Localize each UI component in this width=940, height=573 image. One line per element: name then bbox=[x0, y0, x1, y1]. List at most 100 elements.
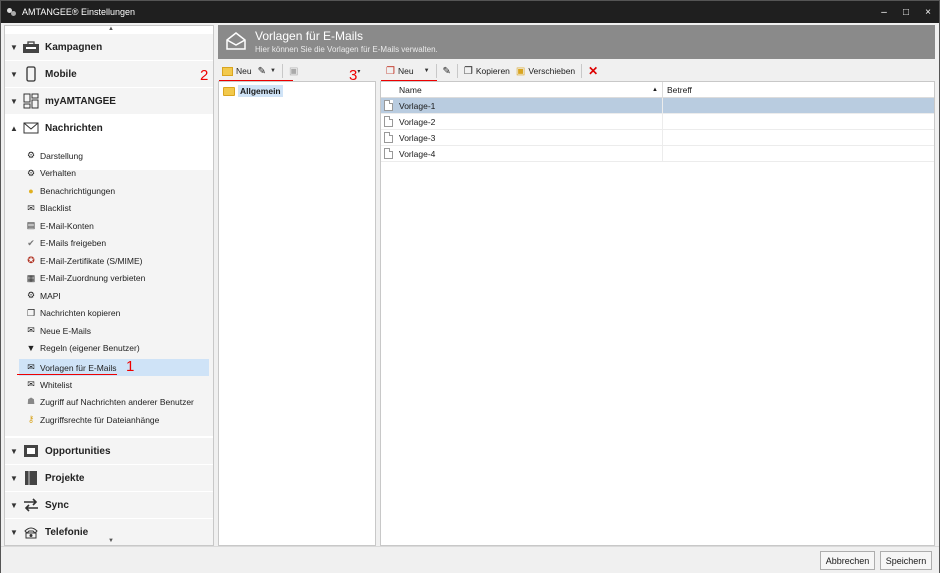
folder-move-button[interactable]: ▣ bbox=[286, 62, 301, 80]
dropdown-arrow-icon[interactable]: ▼ bbox=[424, 68, 430, 74]
sidebar-item-label: Zugriff auf Nachrichten anderer Benutzer bbox=[40, 396, 194, 407]
dialog-footer: Abbrechen Speichern bbox=[1, 546, 939, 573]
sort-asc-icon: ▲ bbox=[652, 86, 658, 93]
collapse-arrow-icon: ▲ bbox=[10, 123, 18, 133]
sidebar-section-nachrichten[interactable]: ▲ Nachrichten bbox=[5, 115, 213, 142]
sidebar-section-mobile[interactable]: ▼ Mobile bbox=[5, 61, 213, 88]
expand-arrow-icon: ▼ bbox=[10, 500, 18, 510]
folder-icon bbox=[223, 86, 235, 96]
row-subject bbox=[663, 98, 934, 113]
row-name: Vorlage-1 bbox=[399, 100, 436, 111]
mail-icon: ✉ bbox=[27, 379, 35, 389]
toolbar-separator bbox=[281, 64, 283, 78]
template-list: Name ▲ Betreff Vorlage-1 Vorlage-2 Vorla… bbox=[380, 81, 935, 546]
list-new-button[interactable]: ❐ Neu ▼ bbox=[383, 62, 433, 80]
folder-toolbar-overflow-icon[interactable]: ▾ bbox=[357, 68, 360, 75]
sidebar-section-label: Mobile bbox=[45, 68, 77, 80]
filter-icon: ▼ bbox=[26, 343, 36, 353]
sidebar-item-neue-emails[interactable]: ✉ Neue E-Mails bbox=[19, 322, 209, 339]
sidebar-item-nachrichten-kopieren[interactable]: ❐ Nachrichten kopieren bbox=[19, 305, 209, 322]
bell-icon: ● bbox=[28, 185, 34, 196]
sidebar-item-label: Darstellung bbox=[40, 150, 83, 161]
sidebar-scroll-down-icon[interactable]: ▼ bbox=[108, 538, 114, 544]
sidebar-section-label: Opportunities bbox=[45, 445, 111, 457]
column-header-name[interactable]: Name ▲ bbox=[381, 82, 663, 97]
expand-arrow-icon: ▼ bbox=[10, 69, 18, 79]
sidebar-section-sync[interactable]: ▼ Sync bbox=[5, 492, 213, 519]
document-icon bbox=[384, 100, 393, 111]
assign-block-icon: ▦ bbox=[26, 272, 36, 283]
annotation-underline-1 bbox=[17, 374, 117, 375]
folder-item-allgemein[interactable]: Allgemein bbox=[223, 85, 283, 97]
sidebar-scroll-up-icon[interactable]: ▲ bbox=[108, 26, 114, 32]
sidebar-item-zugriffsrechte[interactable]: ⚷ Zugriffsrechte für Dateianhänge bbox=[19, 411, 209, 428]
sidebar-item-email-zuordnung[interactable]: ▦ E-Mail-Zuordnung verbieten bbox=[19, 270, 209, 287]
delete-icon: ✕ bbox=[588, 64, 599, 78]
sidebar-item-label: Whitelist bbox=[40, 379, 73, 390]
page-title: Vorlagen für E-Mails bbox=[255, 29, 364, 43]
new-mail-icon: ✉ bbox=[27, 325, 35, 335]
folder-edit-button[interactable]: ✎ ▼ bbox=[255, 62, 279, 80]
folder-label: Allgemein bbox=[238, 85, 283, 97]
sidebar-item-label: E-Mails freigeben bbox=[40, 238, 107, 248]
expand-arrow-icon: ▼ bbox=[10, 473, 18, 483]
row-subject bbox=[663, 146, 934, 161]
toolbar-separator bbox=[581, 64, 583, 78]
toolbar-separator bbox=[456, 64, 458, 78]
sidebar-item-mapi[interactable]: ⚙ MAPI bbox=[19, 287, 209, 304]
sidebar-item-label: Zugriffsrechte für Dateianhänge bbox=[40, 414, 160, 425]
table-row[interactable]: Vorlage-3 bbox=[381, 130, 934, 146]
sidebar-item-regeln[interactable]: ▼ Regeln (eigener Benutzer) bbox=[19, 340, 209, 357]
sidebar-section-label: Nachrichten bbox=[45, 122, 103, 134]
sidebar-item-zugriff-nachrichten[interactable]: ☗ Zugriff auf Nachrichten anderer Benutze… bbox=[19, 393, 209, 410]
sidebar-item-darstellung[interactable]: ⚙ Darstellung bbox=[19, 147, 209, 164]
table-row[interactable]: Vorlage-4 bbox=[381, 146, 934, 162]
sidebar-item-email-konten[interactable]: ▤ E-Mail-Konten bbox=[19, 217, 209, 234]
sidebar-section-opportunities[interactable]: ▼ Opportunities bbox=[5, 438, 213, 465]
app-logo-icon bbox=[7, 7, 17, 17]
sidebar-item-blacklist[interactable]: ✉ Blacklist bbox=[19, 200, 209, 217]
sidebar-item-label: Blacklist bbox=[40, 203, 72, 213]
sidebar-item-verhalten[interactable]: ⚙ Verhalten bbox=[19, 165, 209, 182]
sidebar-item-label: E-Mail-Zuordnung verbieten bbox=[40, 273, 146, 283]
document-icon bbox=[384, 116, 393, 127]
sidebar-item-label: Neue E-Mails bbox=[40, 325, 92, 336]
dropdown-arrow-icon[interactable]: ▼ bbox=[270, 68, 276, 74]
sidebar-section-kampagnen[interactable]: ▼ Kampagnen bbox=[5, 34, 213, 61]
sidebar-section-projekte[interactable]: ▼ Projekte bbox=[5, 465, 213, 492]
gears-icon: ⚙ bbox=[26, 167, 36, 178]
mail-block-icon: ✉ bbox=[27, 202, 35, 213]
column-label: Name bbox=[399, 84, 422, 95]
sidebar-item-whitelist[interactable]: ✉ Whitelist bbox=[19, 376, 209, 393]
sidebar-item-benachrichtigungen[interactable]: ● Benachrichtigungen bbox=[19, 182, 209, 199]
delete-button[interactable]: ✕ bbox=[585, 62, 601, 80]
table-row[interactable]: Vorlage-1 bbox=[381, 98, 934, 114]
phone-icon bbox=[21, 66, 41, 82]
copy-button[interactable]: ❐ Kopieren bbox=[461, 62, 513, 80]
save-button[interactable]: Speichern bbox=[880, 551, 932, 570]
user-icon: ☗ bbox=[26, 396, 36, 406]
folder-new-button[interactable]: Neu bbox=[219, 62, 255, 80]
sidebar-section-myamtangee[interactable]: ▼ myAMTANGEE bbox=[5, 88, 213, 115]
sidebar-section-label: Kampagnen bbox=[45, 41, 103, 53]
close-button[interactable]: × bbox=[917, 7, 939, 18]
sidebar-item-email-zertifikate[interactable]: ✪ E-Mail-Zertifikate (S/MIME) bbox=[19, 252, 209, 269]
sidebar-item-emails-freigeben[interactable]: ✔ E-Mails freigeben bbox=[19, 235, 209, 252]
minimize-button[interactable]: – bbox=[873, 7, 895, 18]
new-template-icon: ❐ bbox=[386, 65, 395, 77]
table-row[interactable]: Vorlage-2 bbox=[381, 114, 934, 130]
opportunities-icon bbox=[21, 443, 41, 459]
expand-arrow-icon: ▼ bbox=[10, 446, 18, 456]
briefcase-icon bbox=[21, 39, 41, 55]
move-folder-icon: ▣ bbox=[288, 65, 299, 77]
annotation-number-1: 1 bbox=[126, 358, 135, 375]
cancel-button[interactable]: Abbrechen bbox=[820, 551, 875, 570]
move-button[interactable]: ▣ Verschieben bbox=[513, 62, 578, 80]
column-header-betreff[interactable]: Betreff bbox=[663, 82, 934, 97]
list-edit-button[interactable]: ✎ bbox=[440, 62, 454, 80]
window-title: AMTANGEE® Einstellungen bbox=[22, 7, 136, 17]
expand-arrow-icon: ▼ bbox=[10, 96, 18, 106]
list-header: Name ▲ Betreff bbox=[381, 82, 934, 98]
certificate-icon: ✪ bbox=[27, 255, 35, 265]
maximize-button[interactable]: □ bbox=[895, 7, 917, 18]
